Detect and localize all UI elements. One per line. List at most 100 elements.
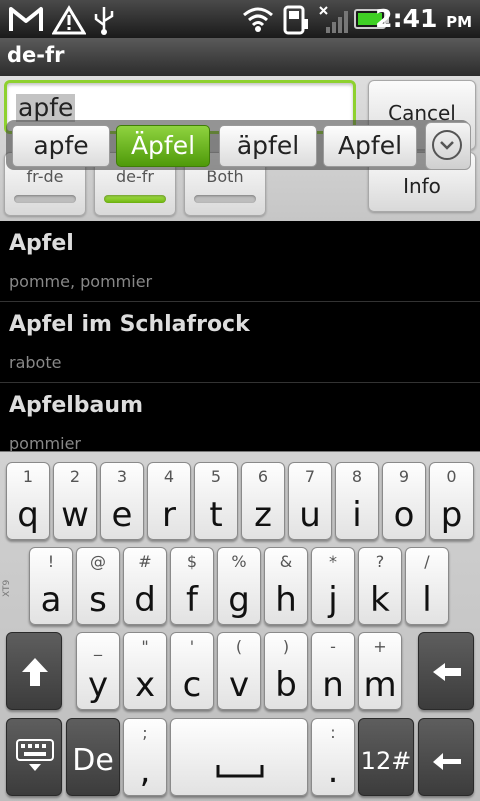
list-item[interactable]: Apfel pomme, pommier [0, 221, 480, 302]
key-e[interactable]: 3e [100, 462, 144, 540]
key-letter: r [162, 495, 176, 535]
key-number: 4 [163, 467, 175, 486]
key-w[interactable]: 2w [53, 462, 97, 540]
key-symbol: # [138, 552, 152, 571]
search-input-value: apfe [16, 93, 76, 122]
status-bar: 2:41 PM [0, 0, 480, 38]
language-key[interactable]: De [66, 718, 120, 796]
key-symbol: ? [375, 552, 385, 571]
key-letter: g [228, 580, 250, 620]
key-symbol: & [279, 552, 293, 571]
key-comma[interactable]: ;, [123, 718, 167, 796]
key-f[interactable]: $ f [170, 547, 214, 625]
key-letter: s [89, 580, 107, 620]
key-y[interactable]: _ y [76, 632, 120, 710]
key-number: 3 [116, 467, 128, 486]
key-t[interactable]: 5t [194, 462, 238, 540]
key-letter: n [322, 665, 344, 705]
key-g[interactable]: % g [217, 547, 261, 625]
key-symbol: + [373, 637, 387, 656]
chevron-down-icon [432, 130, 462, 160]
xt9-label: XT9 [2, 579, 12, 597]
key-symbol: _ [94, 637, 102, 656]
key-b[interactable]: ) b [264, 632, 308, 710]
key-symbol: * [329, 552, 337, 571]
result-word: Apfel im Schlafrock [9, 312, 250, 337]
key-symbol: ' [189, 637, 195, 656]
suggestion-item[interactable]: Apfel [323, 125, 417, 167]
key-z[interactable]: 6z [241, 462, 285, 540]
shift-icon [22, 658, 48, 686]
key-a[interactable]: ! a [29, 547, 73, 625]
key-letter: w [61, 495, 89, 535]
key-number: 1 [22, 467, 34, 486]
key-symbol: " [141, 637, 149, 656]
key-v[interactable]: (v [217, 632, 261, 710]
key-letter: z [254, 495, 272, 535]
key-x[interactable]: " x [123, 632, 167, 710]
key-symbol: ) [282, 637, 290, 656]
key-m[interactable]: + m [358, 632, 402, 710]
key-h[interactable]: & h [264, 547, 308, 625]
key-o[interactable]: 9o [382, 462, 426, 540]
phone-icon [283, 5, 308, 35]
key-letter: l [422, 580, 432, 620]
list-item[interactable]: Apfel im Schlafrock rabote [0, 302, 480, 383]
shift-key[interactable] [6, 632, 62, 710]
key-q[interactable]: 1q [6, 462, 50, 540]
space-key[interactable] [170, 718, 308, 796]
key-letter: y [87, 665, 109, 705]
key-l[interactable]: / l [405, 547, 449, 625]
key-letter: a [40, 580, 62, 620]
key-n[interactable]: -n [311, 632, 355, 710]
key-number: 0 [446, 467, 457, 486]
results-list: Apfel pomme, pommier Apfel im Schlafrock… [0, 221, 480, 451]
backspace-key[interactable] [418, 632, 474, 710]
key-u[interactable]: 7u [288, 462, 332, 540]
language-label: De [72, 743, 114, 778]
key-letter: j [328, 580, 338, 620]
key-number: 8 [351, 467, 363, 486]
key-symbol: $ [186, 552, 198, 571]
suggestion-item-selected[interactable]: Äpfel [116, 125, 210, 167]
direction-indicator-active [104, 195, 166, 203]
suggestion-item[interactable]: äpfel [219, 125, 317, 167]
key-r[interactable]: 4r [147, 462, 191, 540]
gmail-icon [9, 7, 43, 31]
key-c[interactable]: ' c [170, 632, 214, 710]
key-period[interactable]: :. [311, 718, 355, 796]
page-title: de-fr [7, 43, 65, 67]
enter-key[interactable] [418, 718, 474, 796]
key-letter: i [352, 495, 362, 535]
key-d[interactable]: # d [123, 547, 167, 625]
key-p[interactable]: 0p [429, 462, 474, 540]
key-letter: v [228, 665, 250, 705]
suggestion-item[interactable]: apfe [12, 125, 110, 167]
suggestion-strip: apfe Äpfel äpfel Apfel [6, 120, 471, 170]
key-symbol: @ [90, 552, 106, 571]
soft-keyboard: 1q 2w 3e 4r 5t 6z 7u 8i 9o 0p ! a @ s # d $… [0, 451, 480, 801]
list-item[interactable]: Apfelbaum pommier [0, 383, 480, 451]
key-letter: , [139, 751, 151, 791]
title-bar: de-fr [0, 38, 480, 77]
keyboard-settings-key[interactable] [6, 718, 62, 796]
numbers-label: 12# [360, 747, 412, 775]
key-j[interactable]: * j [311, 547, 355, 625]
key-letter: u [299, 495, 321, 535]
result-word: Apfelbaum [9, 393, 143, 418]
key-symbol: - [330, 637, 336, 656]
more-suggestions-button[interactable] [425, 122, 471, 170]
key-symbol: ! [47, 552, 55, 571]
key-letter: e [111, 495, 133, 535]
key-letter: k [370, 580, 390, 620]
direction-indicator [194, 195, 256, 203]
numbers-key[interactable]: 12# [358, 718, 414, 796]
key-k[interactable]: ? k [358, 547, 402, 625]
key-s[interactable]: @ s [76, 547, 120, 625]
key-letter: . [327, 751, 339, 791]
wifi-alert-icon [52, 5, 86, 35]
result-word: Apfel [9, 231, 74, 256]
usb-icon [94, 7, 114, 35]
key-letter: o [393, 495, 415, 535]
key-i[interactable]: 8i [335, 462, 379, 540]
